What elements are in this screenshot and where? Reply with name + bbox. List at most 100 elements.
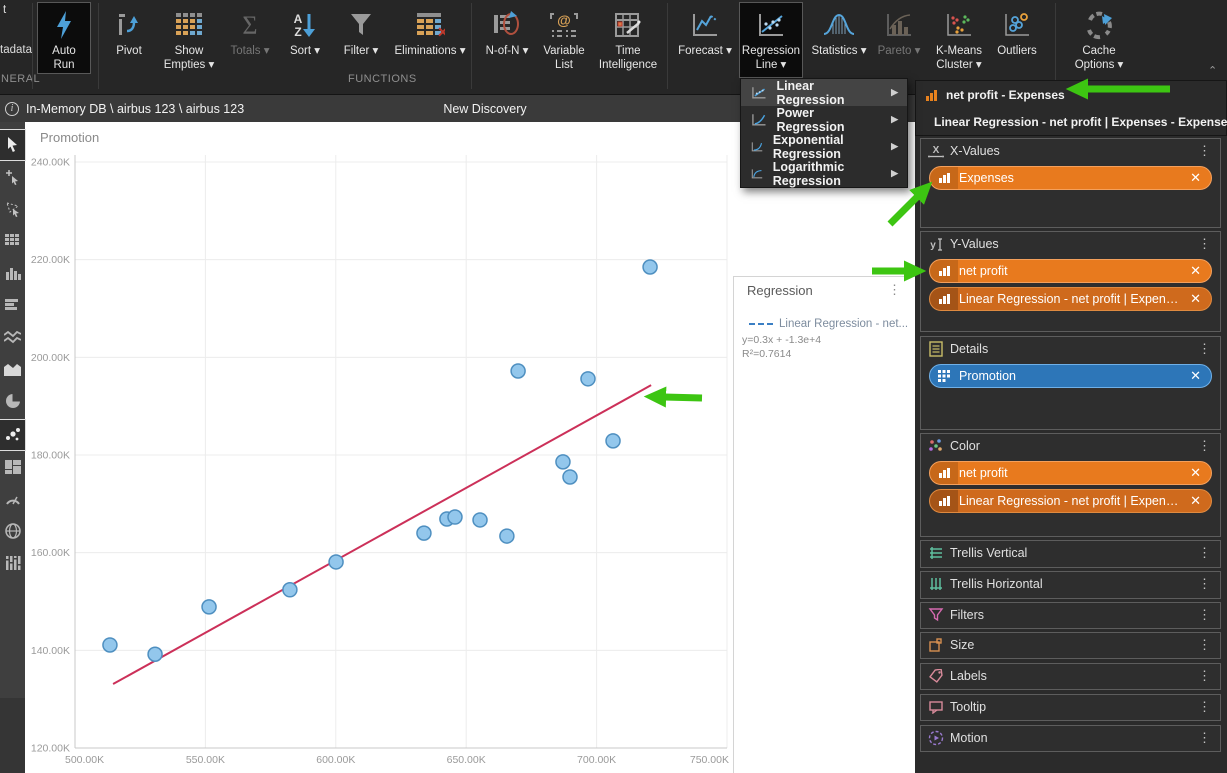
ribbon-collapse-chevron[interactable]: ⌃: [1208, 64, 1217, 77]
group-separator: [98, 3, 99, 89]
cache-options-button[interactable]: Cache Options ▾: [1068, 5, 1130, 72]
time-intelligence-button[interactable]: Time Intelligence: [594, 5, 662, 72]
pivot-button[interactable]: Pivot: [106, 5, 152, 71]
chip-linear-regression[interactable]: Linear Regression - net profit | Expense…: [929, 287, 1212, 311]
scatter-point[interactable]: [417, 526, 431, 540]
group-separator: [471, 3, 472, 89]
details-drop-zone[interactable]: Details ⋮ Promotion ✕: [920, 336, 1221, 430]
menu-item-linear-regression[interactable]: Linear Regression ▶: [741, 79, 907, 106]
color-drop-zone[interactable]: Color ⋮ net profit ✕ Linear Regression -…: [920, 433, 1221, 537]
sidebar-tool-lasso-select[interactable]: [0, 194, 25, 224]
size-drop-zone[interactable]: Size ⋮: [920, 632, 1221, 659]
kebab-menu-icon[interactable]: ⋮: [1196, 441, 1213, 451]
scatter-point[interactable]: [103, 638, 117, 652]
kebab-menu-icon[interactable]: ⋮: [1196, 640, 1213, 650]
trellis-vertical-drop-zone[interactable]: Trellis Vertical ⋮: [920, 540, 1221, 568]
menu-item-label: Exponential Regression: [773, 133, 882, 161]
chip-linear-regression-color[interactable]: Linear Regression - net profit | Expense…: [929, 489, 1212, 513]
scatter-point[interactable]: [500, 529, 514, 543]
sidebar-chart-bar[interactable]: [0, 290, 25, 320]
scatter-point[interactable]: [448, 510, 462, 524]
scatter-point[interactable]: [511, 364, 525, 378]
menu-item-logarithmic-regression[interactable]: Logarithmic Regression ▶: [741, 160, 907, 187]
close-icon[interactable]: ✕: [1184, 493, 1211, 509]
x-values-drop-zone[interactable]: X X-Values ⋮ Expenses ✕: [920, 138, 1221, 228]
pareto-button[interactable]: Pareto ▾: [872, 5, 926, 71]
svg-text:A: A: [294, 12, 303, 26]
button-label: Statistics ▾: [812, 44, 867, 58]
trellis-horizontal-drop-zone[interactable]: Trellis Horizontal ⋮: [920, 571, 1221, 599]
sidebar-chart-scatter[interactable]: [0, 420, 25, 450]
filters-drop-zone[interactable]: Filters ⋮: [920, 602, 1221, 629]
n-of-n-button[interactable]: N-of-N ▾: [478, 5, 536, 71]
variable-list-button[interactable]: @ Variable List: [538, 5, 590, 72]
scatter-point[interactable]: [329, 555, 343, 569]
chip-expenses[interactable]: Expenses ✕: [929, 166, 1212, 190]
sidebar-chart-map[interactable]: [0, 516, 25, 546]
kebab-menu-icon[interactable]: ⋮: [1196, 610, 1213, 620]
show-empties-button[interactable]: Show Empties ▾: [158, 5, 220, 72]
kebab-menu-icon[interactable]: ⋮: [1196, 146, 1213, 156]
regression-line-button[interactable]: Regression Line ▾: [740, 3, 802, 77]
eliminations-button[interactable]: ✕ Eliminations ▾: [392, 5, 468, 71]
info-icon[interactable]: i: [5, 102, 19, 116]
regression-line[interactable]: [113, 385, 651, 684]
scatter-point[interactable]: [643, 260, 657, 274]
y-values-drop-zone[interactable]: y Y-Values ⋮ net profit ✕ Linear Regress…: [920, 231, 1221, 332]
flyout-item-net-profit-expenses[interactable]: net profit - Expenses: [916, 81, 1226, 108]
statistics-button[interactable]: Statistics ▾: [810, 5, 868, 71]
y-tick-label: 220.00K: [31, 254, 70, 266]
scatter-point[interactable]: [563, 470, 577, 484]
kebab-menu-icon[interactable]: ⋮: [1196, 733, 1213, 743]
sidebar-tool-pointer[interactable]: [0, 130, 25, 160]
scatter-point[interactable]: [202, 600, 216, 614]
breadcrumb[interactable]: In-Memory DB \ airbus 123 \ airbus 123: [26, 102, 244, 116]
filter-button[interactable]: Filter ▾: [338, 5, 384, 71]
menu-item-power-regression[interactable]: Power Regression ▶: [741, 106, 907, 133]
sidebar-chart-treemap[interactable]: [0, 452, 25, 482]
scatter-point[interactable]: [473, 513, 487, 527]
scatter-point[interactable]: [556, 455, 570, 469]
scatter-point[interactable]: [606, 434, 620, 448]
chip-promotion[interactable]: Promotion ✕: [929, 364, 1212, 388]
scatter-point[interactable]: [581, 372, 595, 386]
k-means-cluster-button[interactable]: K-Means Cluster ▾: [930, 5, 988, 72]
outliers-button[interactable]: Outliers: [992, 5, 1042, 71]
kebab-menu-icon[interactable]: ⋮: [1196, 344, 1213, 354]
scatter-point[interactable]: [283, 583, 297, 597]
kebab-menu-icon[interactable]: ⋮: [1196, 548, 1213, 558]
sidebar-footer: [0, 698, 25, 773]
sidebar-tool-multi-select[interactable]: [0, 162, 25, 192]
kebab-menu-icon[interactable]: ⋮: [888, 282, 901, 298]
scatter-point[interactable]: [148, 647, 162, 661]
close-icon[interactable]: ✕: [1184, 170, 1211, 186]
chip-net-profit[interactable]: net profit ✕: [929, 259, 1212, 283]
sidebar-chart-gauge[interactable]: [0, 484, 25, 514]
sidebar-chart-line[interactable]: [0, 322, 25, 352]
flyout-item-linear-regression-expenses[interactable]: Linear Regression - net profit | Expense…: [916, 108, 1226, 135]
legend-item[interactable]: Linear Regression - net...: [749, 318, 908, 330]
labels-drop-zone[interactable]: Labels ⋮: [920, 663, 1221, 690]
x-tick-label: 600.00K: [316, 754, 355, 766]
close-icon[interactable]: ✕: [1184, 291, 1211, 307]
kebab-menu-icon[interactable]: ⋮: [1196, 671, 1213, 681]
sidebar-chart-area[interactable]: [0, 354, 25, 384]
sidebar-chart-parallel[interactable]: [0, 548, 25, 578]
sidebar-chart-column[interactable]: [0, 258, 25, 288]
sidebar-chart-pie[interactable]: [0, 386, 25, 416]
motion-drop-zone[interactable]: Motion ⋮: [920, 725, 1221, 752]
kebab-menu-icon[interactable]: ⋮: [1196, 579, 1213, 589]
close-icon[interactable]: ✕: [1184, 368, 1211, 384]
close-icon[interactable]: ✕: [1184, 263, 1211, 279]
auto-run-button[interactable]: Auto Run: [38, 3, 90, 73]
totals-button[interactable]: Σ Totals ▾: [226, 5, 274, 71]
close-icon[interactable]: ✕: [1184, 465, 1211, 481]
chip-net-profit-color[interactable]: net profit ✕: [929, 461, 1212, 485]
sort-button[interactable]: AZ Sort ▾: [282, 5, 328, 71]
kebab-menu-icon[interactable]: ⋮: [1196, 702, 1213, 712]
menu-item-exponential-regression[interactable]: Exponential Regression ▶: [741, 133, 907, 160]
forecast-button[interactable]: Forecast ▾: [676, 5, 734, 71]
sidebar-chart-grid[interactable]: [0, 226, 25, 256]
tooltip-drop-zone[interactable]: Tooltip ⋮: [920, 694, 1221, 721]
kebab-menu-icon[interactable]: ⋮: [1196, 239, 1213, 249]
